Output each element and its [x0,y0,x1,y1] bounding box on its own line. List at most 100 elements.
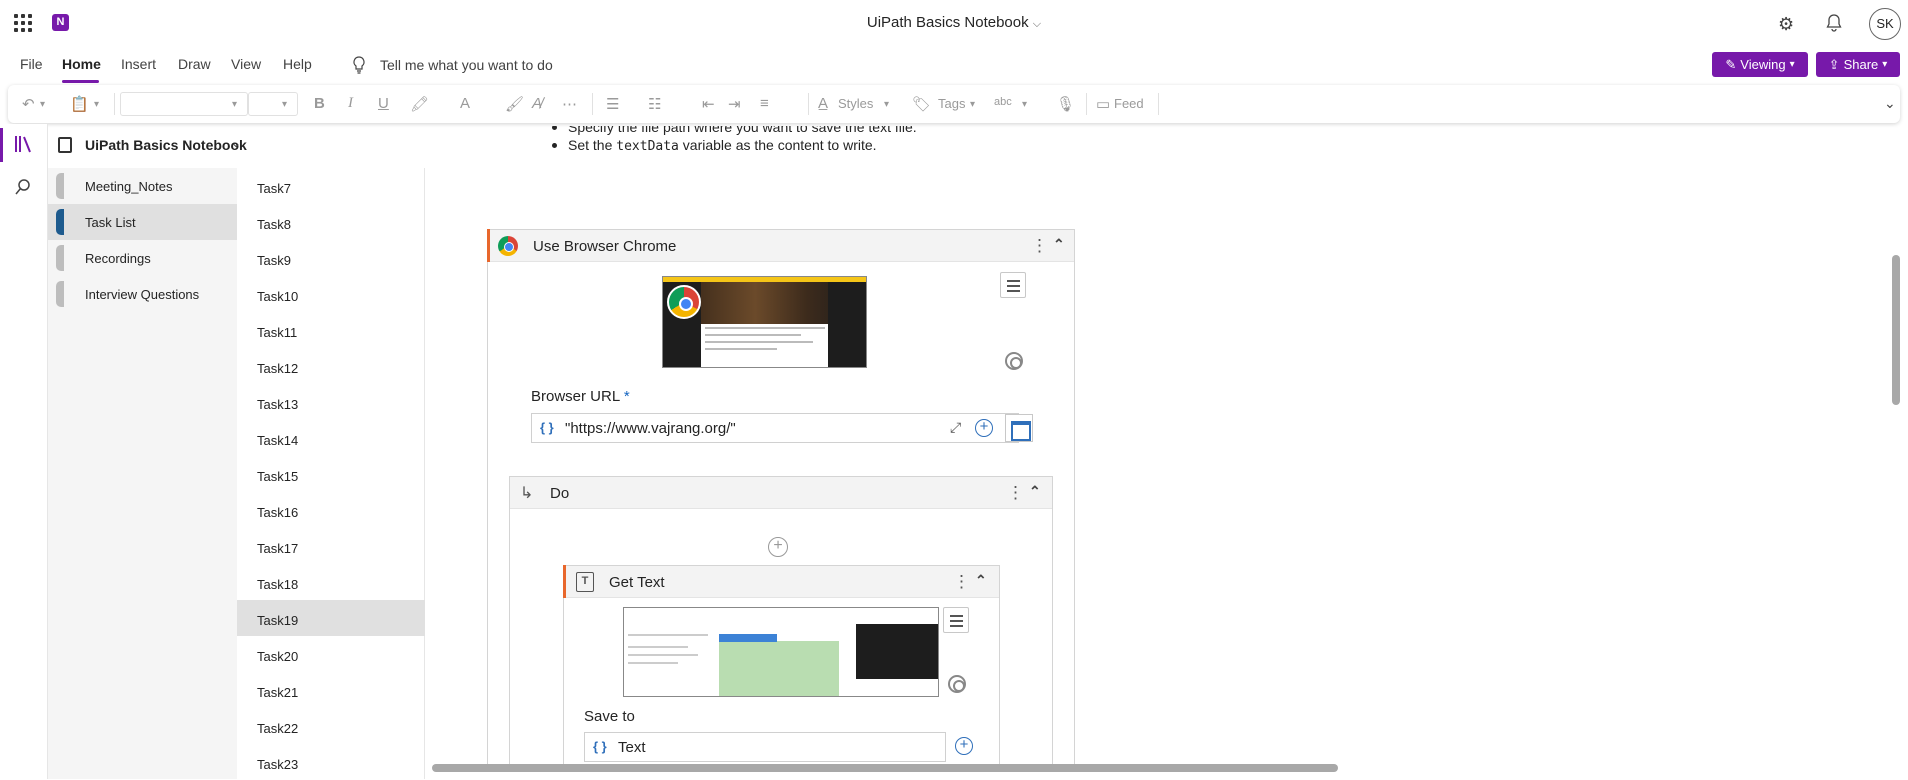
font-color-button[interactable]: A [460,95,470,112]
vertical-scrollbar[interactable] [1892,255,1900,405]
section-item[interactable]: Meeting_Notes [48,168,237,204]
align-icon[interactable]: ≡ [760,95,769,112]
collapse-icon[interactable]: ⌃ [975,572,987,589]
indent-icon[interactable]: ⇥ [728,95,741,113]
target-indicate-icon[interactable] [948,675,966,693]
numbering-icon[interactable]: ☷ [648,95,661,113]
settings-gear-icon[interactable]: ⚙ [1778,14,1794,35]
notebook-name[interactable]: UiPath Basics Notebook [85,137,247,153]
page-label: Task23 [257,757,299,772]
format-painter-icon[interactable]: 🖌 [505,95,524,113]
bullets-icon[interactable]: ☰ [606,95,619,113]
do-sequence-card[interactable]: ↳ Do ⋮ ⌃ + T Get Text ⋮ ⌃ Save to {} Te… [509,476,1053,764]
styles-icon[interactable]: A̲ [818,95,828,112]
menu-view[interactable]: View [231,56,261,72]
page-item[interactable]: Task9 [237,240,425,276]
chevron-down-icon[interactable]: ▾ [40,99,45,110]
undo-icon[interactable]: ↶ [22,95,35,113]
browser-url-value: "https://www.vajrang.org/" [565,420,736,437]
microphone-icon[interactable]: 🎙 [1056,95,1075,113]
feed-icon[interactable]: ▭ [1096,95,1110,113]
home-ribbon: ↶ ▾ 📋 ▾ ▾ ▾ B I U 🖍 A 🖌 A̸ ⋯ ☰ ☷ ⇤ ⇥ ≡ A… [8,85,1900,123]
page-item[interactable]: Task16 [237,492,425,528]
chevron-down-icon[interactable]: ⌄ [231,136,241,150]
tag-icon[interactable]: 🏷 [912,95,931,113]
page-item[interactable]: Task22 [237,708,425,744]
notebooks-library-icon[interactable] [14,134,34,159]
browser-window-icon[interactable] [1005,414,1033,442]
search-icon[interactable] [14,178,32,201]
add-variable-icon[interactable]: + [955,737,973,755]
feed-button[interactable]: Feed [1114,96,1144,111]
section-item[interactable]: Recordings [48,240,237,276]
page-item[interactable]: Task12 [237,348,425,384]
browser-url-input[interactable]: { } "https://www.vajrang.org/" ⤢ + [531,413,1019,443]
hamburger-menu-icon[interactable] [943,607,969,633]
notifications-bell-icon[interactable] [1826,14,1842,37]
styles-button[interactable]: Styles [838,96,873,111]
highlight-icon[interactable]: 🖍 [410,95,429,113]
target-indicate-icon[interactable] [1005,352,1023,370]
menu-file[interactable]: File [20,56,43,72]
page-item[interactable]: Task17 [237,528,425,564]
page-item[interactable]: Task10 [237,276,425,312]
ribbon-expand-chevron-icon[interactable]: ⌄ [1884,95,1896,112]
chevron-down-icon: ⌵ [1032,18,1042,30]
viewing-mode-button[interactable]: ✎ Viewing ▾ [1712,52,1808,77]
page-item[interactable]: Task14 [237,420,425,456]
use-browser-card[interactable]: Use Browser Chrome ⋮ ⌃ Browser URL * { }… [487,229,1075,764]
menu-home[interactable]: Home [62,56,101,72]
page-canvas[interactable]: Specify the file path where you want to … [426,124,1890,764]
section-item[interactable]: Interview Questions [48,276,237,312]
font-family-select[interactable] [120,92,248,116]
tell-me-search[interactable]: Tell me what you want to do [380,57,553,73]
menu-draw[interactable]: Draw [178,56,211,72]
user-avatar[interactable]: SK [1869,8,1901,40]
save-to-input[interactable]: { } Text [584,732,946,762]
italic-button[interactable]: I [348,95,353,112]
page-item[interactable]: Task20 [237,636,425,672]
notebook-title-text[interactable]: UiPath Basics Notebook [867,14,1029,31]
bold-button[interactable]: B [314,95,325,112]
notebook-switcher[interactable]: UiPath Basics Notebook ⌄ [48,124,426,166]
more-options-icon[interactable]: ⋮ [1031,236,1048,256]
section-item[interactable]: Task List [48,204,237,240]
collapse-icon[interactable]: ⌃ [1029,483,1041,500]
page-item[interactable]: Task19 [237,600,425,636]
collapse-icon[interactable]: ⌃ [1053,236,1065,253]
clipboard-icon[interactable]: 📋 [70,95,89,113]
underline-button[interactable]: U [378,95,389,112]
share-button[interactable]: ⇪ Share ▾ [1816,52,1900,77]
more-options-icon[interactable]: ⋮ [953,572,970,592]
page-item[interactable]: Task21 [237,672,425,708]
page-item[interactable]: Task7 [237,168,425,204]
chevron-down-icon[interactable]: ▾ [94,99,99,110]
spelling-button[interactable]: abc [994,96,1012,108]
add-activity-icon[interactable]: + [768,537,788,557]
more-options-icon[interactable]: ⋮ [1007,483,1024,503]
page-item[interactable]: Task23 [237,744,425,780]
more-icon[interactable]: ⋯ [562,95,577,113]
notebook-title[interactable]: UiPath Basics Notebook ⌵ [0,14,1908,31]
menu-help[interactable]: Help [283,56,312,72]
section-color-tab [56,209,64,235]
page-item[interactable]: Task18 [237,564,425,600]
add-variable-icon[interactable]: + [975,419,993,437]
page-item[interactable]: Task8 [237,204,425,240]
font-size-select[interactable] [248,92,298,116]
clear-formatting-icon[interactable]: A̸ [532,95,542,112]
page-item[interactable]: Task15 [237,456,425,492]
get-text-card[interactable]: T Get Text ⋮ ⌃ Save to {} Text + [563,565,1000,764]
horizontal-scrollbar[interactable] [432,764,1338,772]
page-item[interactable]: Task13 [237,384,425,420]
outdent-icon[interactable]: ⇤ [702,95,715,113]
section-label: Interview Questions [85,287,200,302]
menu-insert[interactable]: Insert [121,56,156,72]
hamburger-menu-icon[interactable] [1000,272,1026,298]
page-item[interactable]: Task11 [237,312,425,348]
expand-editor-icon[interactable]: ⤢ [950,419,961,436]
lightbulb-icon [352,56,366,78]
title-bar: N UiPath Basics Notebook ⌵ ⚙ SK [0,0,1908,48]
page-label: Task7 [257,181,291,196]
tags-button[interactable]: Tags [938,96,965,111]
